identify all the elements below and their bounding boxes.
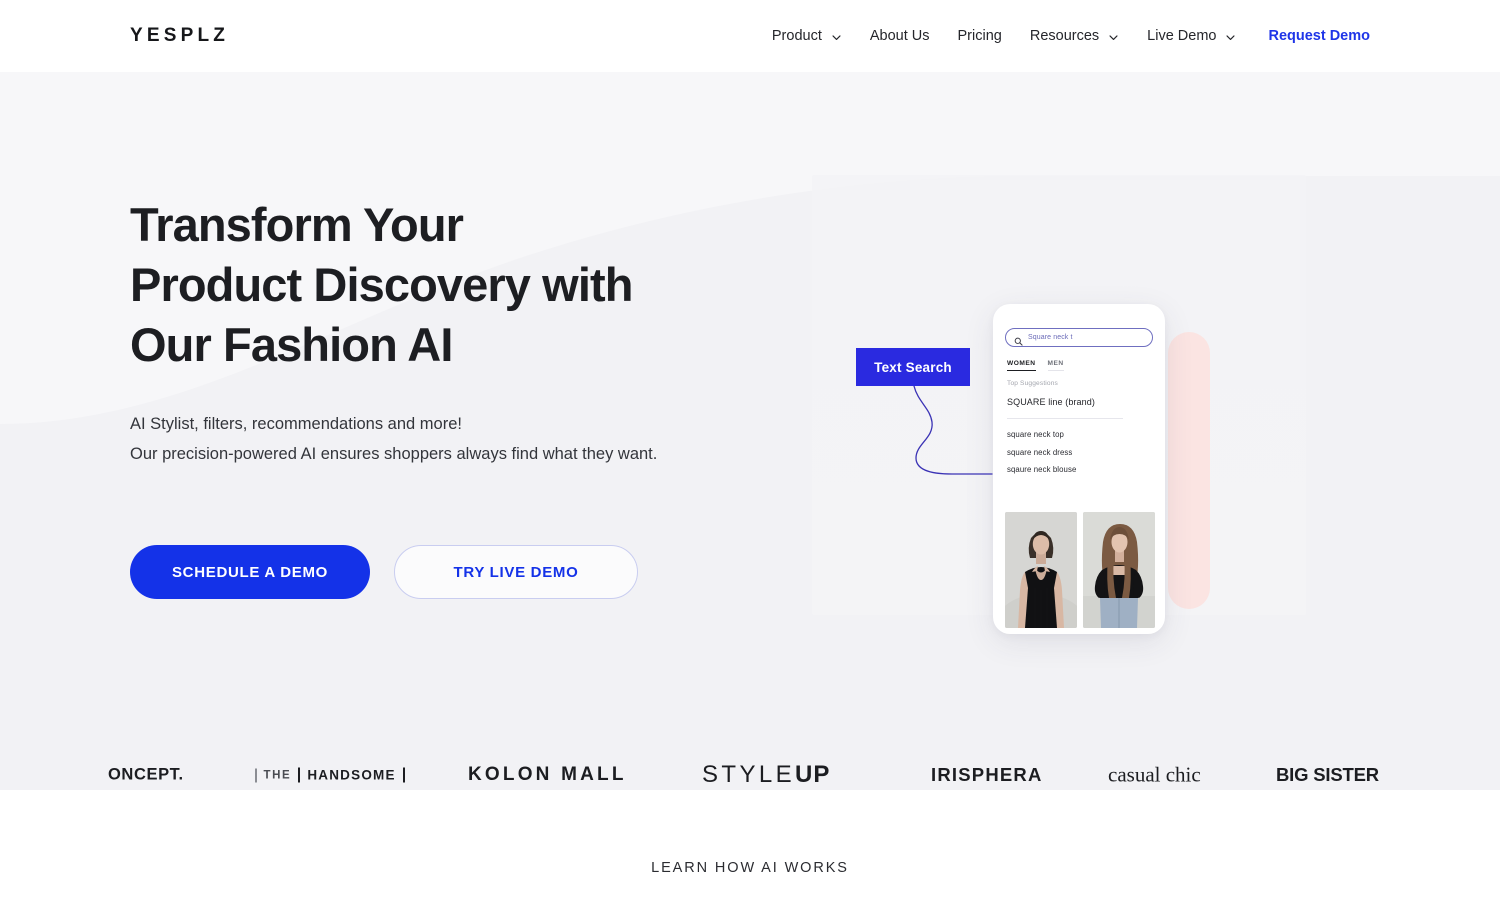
search-input-value: Square neck t xyxy=(1028,334,1073,341)
customer-logo-strip: ONCEPT. THE HANDSOME KOLON MALL STYLEUP … xyxy=(0,740,1500,790)
logo-irisphera: IRISPHERA xyxy=(931,764,1043,785)
logo-styleup-up: UP xyxy=(795,761,831,788)
product-thumbnail[interactable] xyxy=(1083,512,1155,628)
suggestions-divider xyxy=(1007,418,1123,419)
learn-how-ai-works-link[interactable]: LEARN HOW AI WORKS xyxy=(0,860,1500,876)
nav-item-request-demo[interactable]: Request Demo xyxy=(1250,0,1370,72)
logo-big-sister-sister: SISTER xyxy=(1313,764,1379,785)
result-thumbnails xyxy=(1005,512,1155,628)
list-item[interactable]: square neck top xyxy=(1007,430,1076,439)
chevron-down-icon xyxy=(1225,32,1236,43)
chevron-down-icon xyxy=(831,32,842,43)
search-input[interactable]: Square neck t xyxy=(1005,328,1153,347)
schedule-demo-button[interactable]: SCHEDULE A DEMO xyxy=(130,545,370,599)
tab-women[interactable]: WOMEN xyxy=(1007,360,1036,371)
nav-item-live-demo-label: Live Demo xyxy=(1147,27,1217,44)
product-mockup: Square neck t WOMEN MEN Top Suggestions … xyxy=(840,232,1260,652)
gender-tabs: WOMEN MEN xyxy=(1007,360,1064,371)
phone-mockup: Square neck t WOMEN MEN Top Suggestions … xyxy=(993,304,1165,634)
logo-the-handsome: THE HANDSOME xyxy=(255,767,405,783)
suggestions-list: square neck top square neck dress sqaure… xyxy=(1007,430,1076,474)
nav-item-live-demo[interactable]: Live Demo xyxy=(1133,0,1250,72)
list-item[interactable]: square neck dress xyxy=(1007,448,1076,457)
divider xyxy=(298,767,301,783)
try-live-demo-button[interactable]: TRY LIVE DEMO xyxy=(394,545,638,599)
nav-item-pricing[interactable]: Pricing xyxy=(944,0,1016,72)
headline-line-2: Product Discovery with xyxy=(130,258,633,311)
brand-suggestion[interactable]: SQUARE line (brand) xyxy=(1007,397,1095,407)
search-icon xyxy=(1014,333,1023,346)
page-title: Transform Your Product Discovery with Ou… xyxy=(130,195,790,375)
site-header: YESPLZ Product About Us Pricing Resource… xyxy=(0,0,1500,72)
landing-page: YESPLZ Product About Us Pricing Resource… xyxy=(0,0,1500,900)
logo-casual-chic: casual chic xyxy=(1108,762,1201,787)
brand-logo[interactable]: YESPLZ xyxy=(130,26,229,45)
logo-kolon-mall: KOLON MALL xyxy=(468,764,627,785)
divider xyxy=(402,767,405,783)
nav-item-resources-label: Resources xyxy=(1029,27,1100,44)
logo-big-sister: BIG SISTER xyxy=(1276,764,1379,786)
nav-item-product-label: Product xyxy=(771,27,822,44)
bottom-section xyxy=(0,790,1500,900)
decorative-pink-shape xyxy=(1168,332,1210,609)
nav-item-pricing-label: Pricing xyxy=(957,27,1002,44)
nav-item-about-us[interactable]: About Us xyxy=(856,0,944,72)
nav-item-request-demo-label: Request Demo xyxy=(1268,27,1370,44)
logo-big-sister-big: BIG xyxy=(1276,764,1309,785)
subhead-line-2: Our precision-powered AI ensures shopper… xyxy=(130,445,658,463)
list-item[interactable]: sqaure neck blouse xyxy=(1007,465,1076,474)
top-suggestions-label: Top Suggestions xyxy=(1007,380,1059,387)
headline-line-3: Our Fashion AI xyxy=(130,318,453,371)
chevron-down-icon xyxy=(1108,32,1119,43)
logo-the-handsome-main: HANDSOME xyxy=(307,767,396,783)
product-thumbnail[interactable] xyxy=(1005,512,1077,628)
subhead-line-1: AI Stylist, filters, recommendations and… xyxy=(130,415,462,433)
main-navigation: Product About Us Pricing Resources Live … xyxy=(758,0,1370,72)
hero-cta-row: SCHEDULE A DEMO TRY LIVE DEMO xyxy=(130,545,638,599)
headline-line-1: Transform Your xyxy=(130,198,464,251)
hero-section: Transform Your Product Discovery with Ou… xyxy=(0,72,1500,790)
logo-the-handsome-the: THE xyxy=(263,769,292,781)
tab-men[interactable]: MEN xyxy=(1047,360,1064,371)
nav-item-product[interactable]: Product xyxy=(758,0,856,72)
text-search-badge[interactable]: Text Search xyxy=(856,348,970,386)
logo-styleup-style: STYLE xyxy=(702,761,796,788)
hero-subheadline: AI Stylist, filters, recommendations and… xyxy=(130,409,745,469)
nav-item-resources[interactable]: Resources xyxy=(1016,0,1133,72)
logo-styleup: STYLEUP xyxy=(702,761,830,789)
divider xyxy=(255,768,257,782)
logo-oncept: ONCEPT. xyxy=(108,765,184,784)
nav-item-about-us-label: About Us xyxy=(869,27,930,44)
